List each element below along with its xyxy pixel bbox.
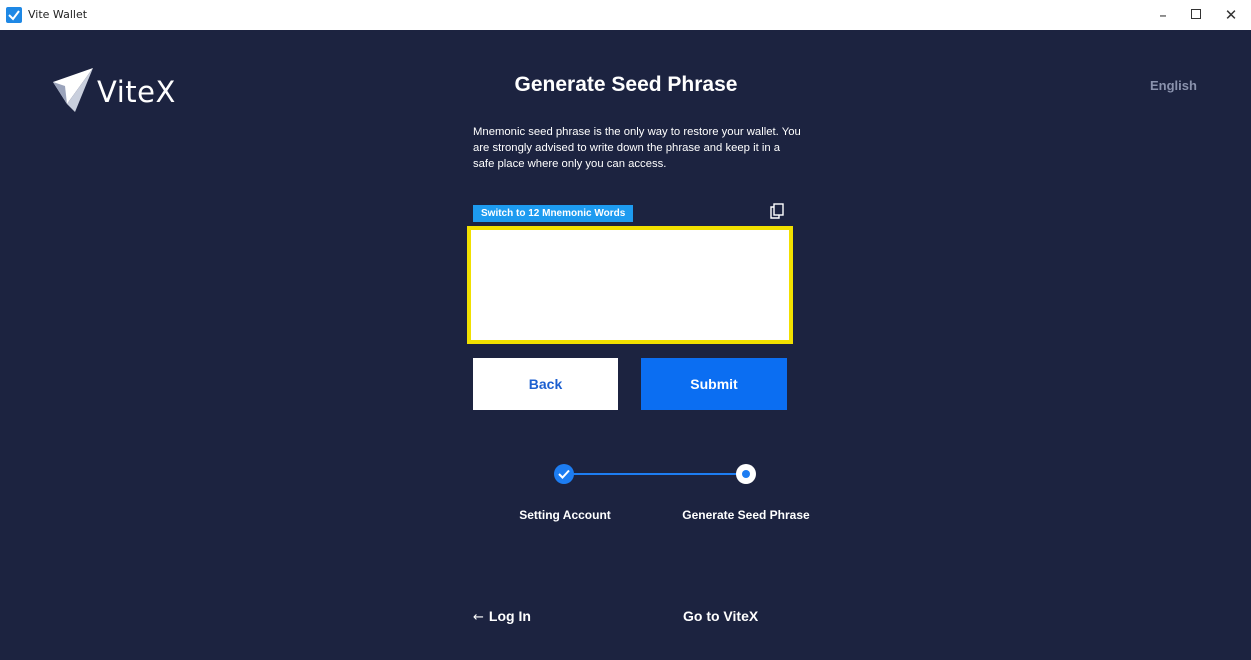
language-selector[interactable]: English [1150,78,1197,93]
seed-phrase-box [467,226,793,344]
vite-app-icon [6,7,22,23]
login-link[interactable]: ← Log In [473,608,531,625]
window-titlebar: Vite Wallet – ✕ [0,0,1251,30]
copy-icon[interactable] [768,202,786,220]
step-current-icon [736,464,756,484]
step-label-setting-account: Setting Account [519,508,611,522]
page-title: Generate Seed Phrase [514,73,738,96]
seed-phrase-field[interactable] [471,230,789,340]
go-to-vitex-link[interactable]: Go to ViteX [683,608,758,624]
step-completed-icon [554,464,574,484]
app-content: ViteX Generate Seed Phrase English Mnemo… [8,30,1244,660]
arrow-left-icon: ← [473,610,484,625]
seed-description: Mnemonic seed phrase is the only way to … [473,126,801,170]
window-title: Vite Wallet [28,8,88,21]
back-button[interactable]: Back [473,358,618,410]
switch-mnemonic-count-button[interactable]: Switch to 12 Mnemonic Words [473,205,634,222]
step-progress-line [572,473,740,475]
maximize-button[interactable] [1176,0,1216,30]
close-button[interactable]: ✕ [1211,0,1251,30]
maximize-icon [1191,9,1201,19]
submit-button[interactable]: Submit [641,358,787,410]
login-label: Log In [488,608,531,624]
step-label-generate-seed: Generate Seed Phrase [682,508,810,522]
